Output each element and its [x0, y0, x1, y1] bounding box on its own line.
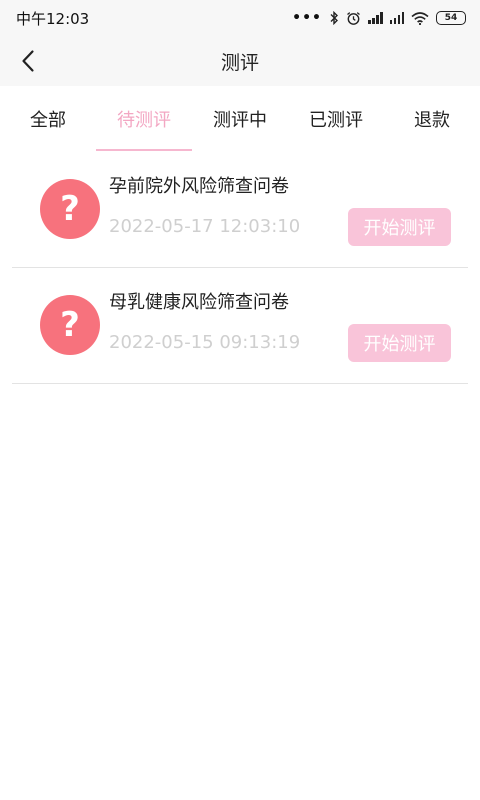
tab-completed[interactable]: 已测评 [288, 86, 384, 152]
question-mark-icon: ? [40, 179, 100, 239]
tab-pending[interactable]: 待测评 [96, 86, 192, 152]
more-dots-icon: ••• [292, 10, 322, 26]
wifi-icon [411, 11, 429, 25]
alarm-icon [347, 11, 360, 25]
filter-tabs: 全部 待测评 测评中 已测评 退款 [0, 86, 480, 152]
hd-signal-icon [389, 12, 404, 24]
tab-in-progress[interactable]: 测评中 [192, 86, 288, 152]
signal-icon [368, 12, 383, 24]
item-title: 孕前院外风险筛查问卷 [109, 176, 289, 197]
status-bar: 中午12:03 ••• 54 [0, 0, 480, 36]
item-title: 母乳健康风险筛查问卷 [109, 292, 289, 313]
question-mark-glyph: ? [60, 305, 80, 345]
question-mark-icon: ? [40, 295, 100, 355]
list-item[interactable]: ? 孕前院外风险筛查问卷 2022-05-17 12:03:10 开始测评 [12, 152, 468, 268]
bluetooth-icon [330, 11, 338, 25]
list-item[interactable]: ? 母乳健康风险筛查问卷 2022-05-15 09:13:19 开始测评 [12, 268, 468, 384]
status-icons: ••• 54 [292, 10, 466, 26]
app-header: 测评 [0, 36, 480, 86]
tab-refund[interactable]: 退款 [384, 86, 480, 152]
back-button[interactable] [12, 45, 44, 77]
question-mark-glyph: ? [60, 189, 80, 229]
chevron-left-icon [22, 50, 34, 72]
start-assessment-button[interactable]: 开始测评 [348, 324, 451, 362]
item-date: 2022-05-17 12:03:10 [109, 216, 301, 237]
assessment-list: ? 孕前院外风险筛查问卷 2022-05-17 12:03:10 开始测评 ? … [0, 152, 480, 384]
status-time: 中午12:03 [16, 9, 90, 28]
tab-all[interactable]: 全部 [0, 86, 96, 152]
start-assessment-button[interactable]: 开始测评 [348, 208, 451, 246]
item-date: 2022-05-15 09:13:19 [109, 332, 301, 353]
page-title: 测评 [220, 51, 259, 74]
battery-icon: 54 [436, 11, 466, 25]
